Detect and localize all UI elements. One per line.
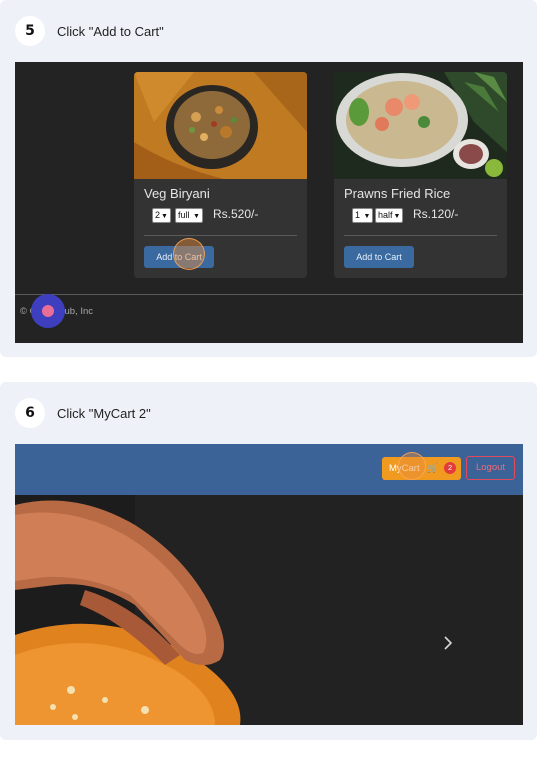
click-indicator [398, 452, 426, 480]
screenshot-step-5: Veg Biryani 2▼ full ▼ Rs.520/- Add to Ca… [15, 62, 523, 343]
chevron-down-icon: ▼ [193, 213, 200, 220]
biryani-photo [134, 72, 307, 179]
cursor-dot [42, 305, 54, 317]
step-card-5: 5 Click "Add to Cart" Veg Biryani 2▼ ful… [0, 0, 537, 357]
step-number: 5 [15, 16, 45, 46]
product-card-veg-biryani: Veg Biryani 2▼ full ▼ Rs.520/- Add to Ca… [134, 72, 307, 278]
quantity-select[interactable]: 1 ▼ [352, 208, 374, 223]
size-value: full [178, 210, 190, 220]
click-indicator [173, 238, 205, 270]
step-number: 6 [15, 398, 45, 428]
divider [344, 235, 497, 236]
size-select[interactable]: full ▼ [175, 208, 203, 223]
chevron-right-icon[interactable] [440, 635, 456, 651]
add-to-cart-button[interactable]: Add to Cart [344, 246, 414, 268]
chevron-down-icon: ▼ [393, 213, 401, 220]
quantity-select[interactable]: 2▼ [152, 208, 171, 223]
cart-count-badge: 2 [444, 462, 457, 474]
quantity-value: 2 [155, 210, 161, 220]
cursor-marker [31, 294, 65, 328]
product-price: Rs.520/- [213, 207, 259, 221]
screenshot-step-6: MyCart 🛒 2 Logout [15, 444, 523, 725]
product-price: Rs.120/- [413, 207, 459, 221]
step-instruction: Click "MyCart 2" [57, 406, 151, 421]
chevron-down-icon: ▼ [363, 213, 371, 220]
step-instruction: Click "Add to Cart" [57, 24, 164, 39]
divider [144, 235, 297, 236]
product-card-prawns-fried-rice: Prawns Fried Rice 1 ▼ half▼ Rs.120/- Add… [334, 72, 507, 278]
hero-carousel-image [15, 495, 523, 725]
logout-button[interactable]: Logout [466, 456, 515, 480]
navbar: MyCart 🛒 2 Logout [15, 444, 523, 495]
cart-icon: 🛒 [427, 463, 439, 473]
product-name: Veg Biryani [144, 186, 210, 201]
step-card-6: 6 Click "MyCart 2" MyCart 🛒 2 Logout [0, 382, 537, 740]
size-select[interactable]: half▼ [375, 208, 404, 223]
chevron-down-icon: ▼ [161, 213, 168, 220]
quantity-value: 1 [355, 210, 361, 220]
fried-rice-photo [334, 72, 507, 179]
product-name: Prawns Fried Rice [344, 186, 451, 201]
size-value: half [378, 210, 393, 220]
footer-divider [15, 294, 523, 295]
